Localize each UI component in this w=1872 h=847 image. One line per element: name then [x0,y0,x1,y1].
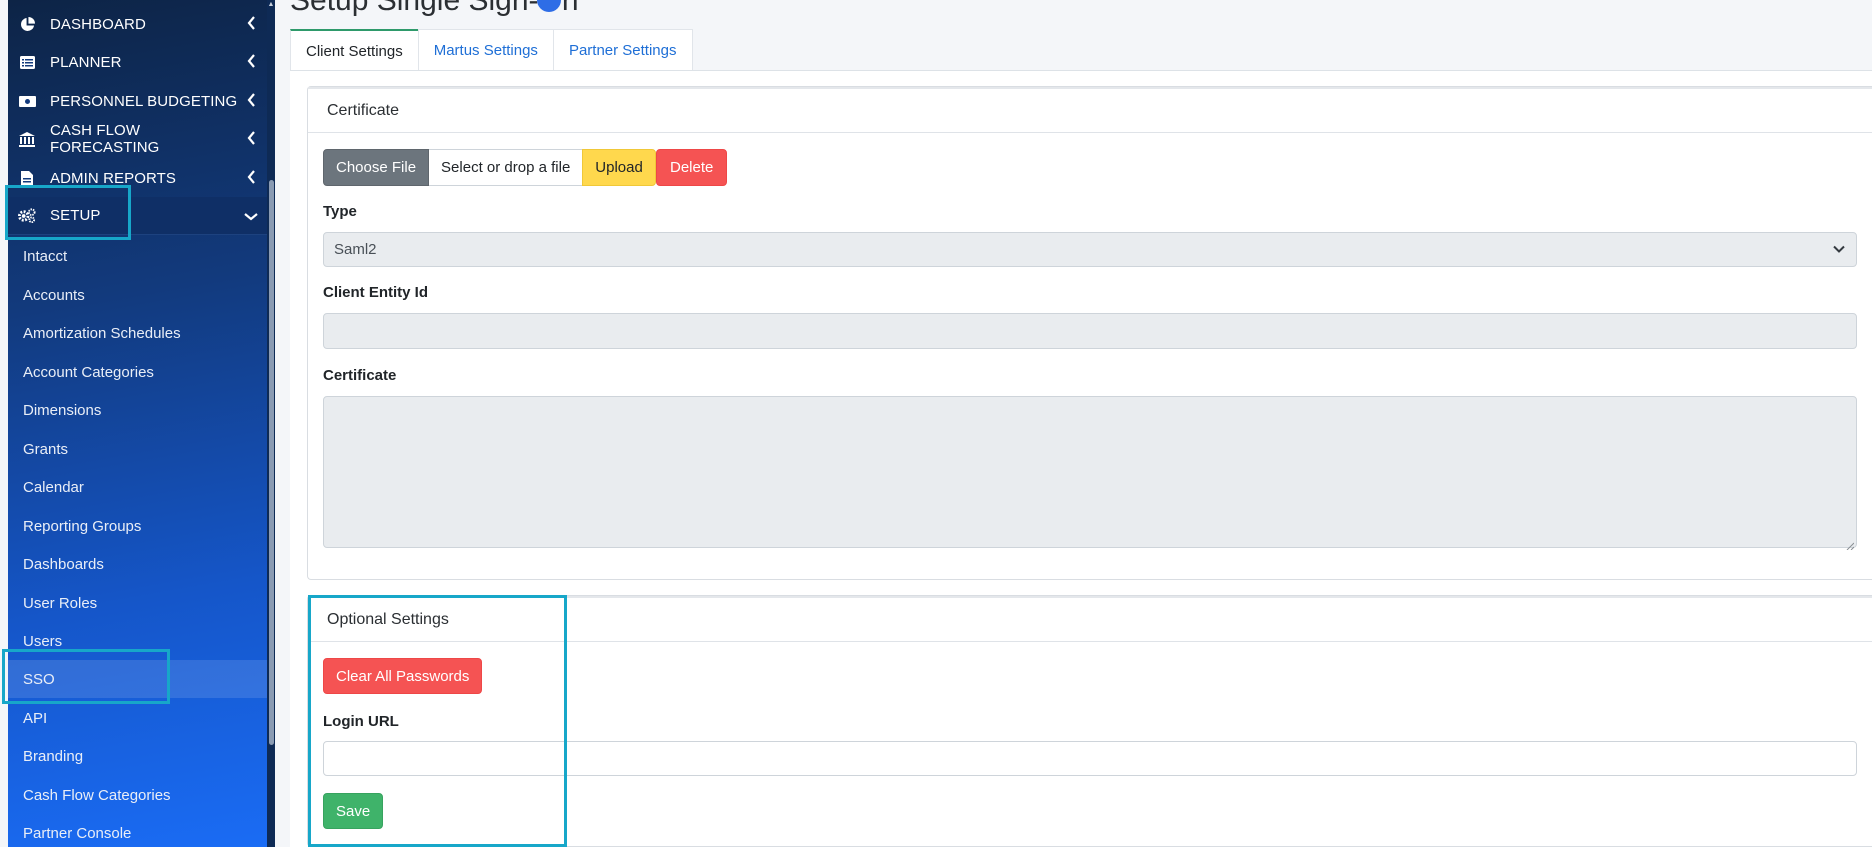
sidebar-item-dimensions[interactable]: Dimensions [8,391,275,429]
highlight-setup [5,185,131,240]
nav-label: PERSONNEL BUDGETING [50,92,238,110]
type-label: Type [323,203,357,220]
certificate-textarea[interactable] [323,396,1857,551]
sidebar-item-label: Reporting Groups [23,517,142,535]
type-select-value: Saml2 [334,241,377,258]
card-header: Certificate [308,87,1872,133]
file-drop-input[interactable]: Select or drop a file [429,149,583,186]
sidebar-item-label: Users [23,632,63,650]
nav-label: PLANNER [50,53,122,71]
chevron-down-icon [241,208,261,224]
scroll-up-icon[interactable]: ▲ [267,0,275,10]
settings-tabs: Client Settings Martus Settings Partner … [290,29,693,71]
nav-dashboard[interactable]: DASHBOARD [8,5,275,43]
sidebar-item-user-roles[interactable]: User Roles [8,584,275,622]
pie-chart-icon [18,16,36,32]
sidebar-item-label: Amortization Schedules [23,324,181,342]
sidebar-item-calendar[interactable]: Calendar [8,468,275,506]
chevron-left-icon [241,15,261,33]
sidebar-item-label: Branding [23,747,84,765]
tab-martus-settings[interactable]: Martus Settings [417,29,554,71]
sidebar-item-label: Account Categories [23,363,154,381]
sidebar-item-account-categories[interactable]: Account Categories [8,353,275,391]
sidebar-item-dashboards[interactable]: Dashboards [8,545,275,583]
highlight-optional-settings [308,595,567,847]
delete-button[interactable]: Delete [656,149,728,186]
chevron-left-icon [241,53,261,71]
report-icon [18,170,36,186]
upload-button[interactable]: Upload [582,149,656,186]
sidebar-item-label: Dashboards [23,555,104,573]
sidebar: DASHBOARD PLANNER PERSONNEL BUDGETING CA… [8,0,275,847]
nav-planner[interactable]: PLANNER [8,43,275,81]
file-upload-group: Choose File Select or drop a file Upload [323,149,656,186]
nav-cash-flow-forecasting[interactable]: CASH FLOW FORECASTING [8,120,275,158]
type-select[interactable]: Saml2 [323,232,1857,267]
highlight-sso [2,649,170,704]
sidebar-item-label: Calendar [23,478,84,496]
sidebar-item-partner-console[interactable]: Partner Console [8,814,275,847]
sidebar-item-label: Accounts [23,286,85,304]
chevron-left-icon [241,92,261,110]
money-icon [18,95,36,107]
nav-label: ADMIN REPORTS [50,169,177,187]
choose-file-button[interactable]: Choose File [323,149,430,186]
sidebar-item-label: Partner Console [23,824,132,842]
tab-partner-settings[interactable]: Partner Settings [552,29,693,71]
sidebar-item-label: User Roles [23,594,98,612]
list-icon [18,55,36,69]
sidebar-item-reporting-groups[interactable]: Reporting Groups [8,507,275,545]
nav-label: DASHBOARD [50,15,146,33]
page-title: Setup Single Sign-On [290,0,579,17]
sidebar-item-accounts[interactable]: Accounts [8,276,275,314]
sidebar-item-label: Intacct [23,247,68,265]
chevron-left-icon [241,130,261,148]
certificate-label: Certificate [323,367,397,384]
sidebar-item-label: API [23,709,48,727]
sidebar-item-intacct[interactable]: Intacct [8,237,275,275]
sidebar-item-label: Grants [23,440,69,458]
scrollbar-thumb[interactable] [269,180,274,745]
sidebar-item-amortization-schedules[interactable]: Amortization Schedules [8,314,275,352]
bank-icon [18,131,36,147]
sidebar-item-label: Cash Flow Categories [23,786,171,804]
client-entity-id-label: Client Entity Id [323,284,428,301]
sidebar-item-label: Dimensions [23,401,102,419]
sidebar-item-branding[interactable]: Branding [8,737,275,775]
resize-handle-icon[interactable] [1846,537,1855,551]
chevron-down-icon [1832,242,1846,260]
chevron-left-icon [241,169,261,187]
tab-client-settings[interactable]: Client Settings [290,29,419,71]
sidebar-item-grants[interactable]: Grants [8,430,275,468]
client-entity-id-field[interactable] [323,313,1857,349]
sidebar-item-api[interactable]: API [8,699,275,737]
nav-label: CASH FLOW FORECASTING [50,122,160,156]
nav-personnel-budgeting[interactable]: PERSONNEL BUDGETING [8,82,275,120]
tab-divider [290,70,1872,71]
sidebar-item-cash-flow-categories[interactable]: Cash Flow Categories [8,776,275,814]
